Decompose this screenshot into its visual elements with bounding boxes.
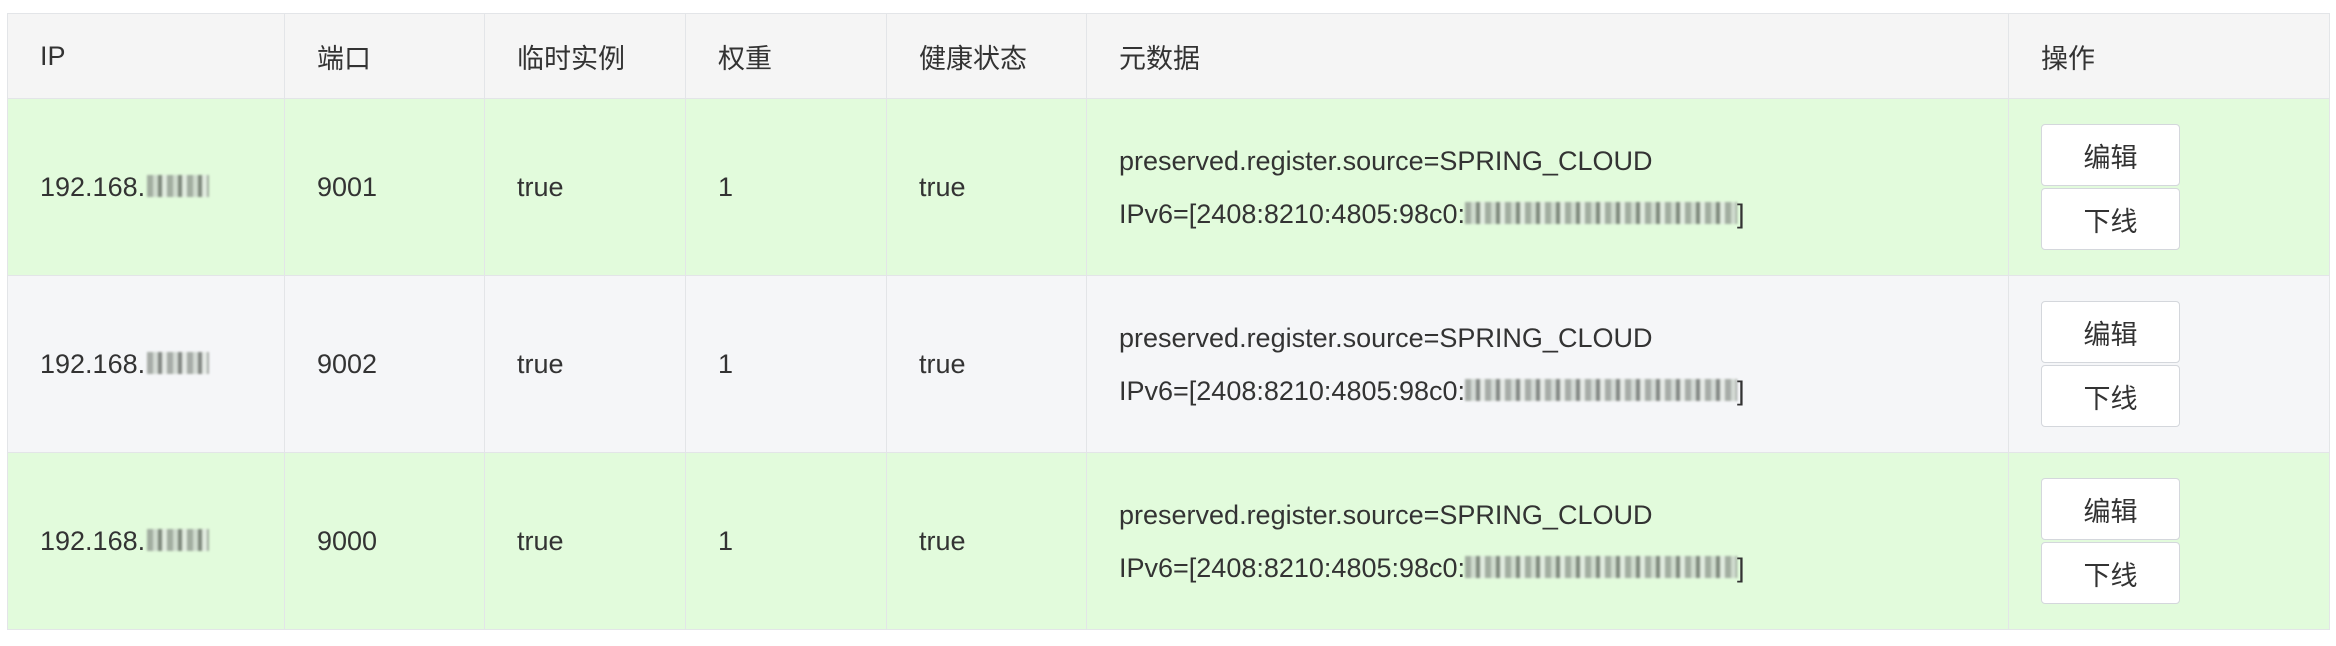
header-actions: 操作 bbox=[2008, 13, 2330, 99]
edit-button[interactable]: 编辑 bbox=[2041, 478, 2180, 540]
offline-button[interactable]: 下线 bbox=[2041, 542, 2180, 604]
ephemeral-cell: true bbox=[484, 452, 686, 630]
metadata-cell: preserved.register.source=SPRING_CLOUD I… bbox=[1086, 452, 2009, 630]
redacted-ip-suffix bbox=[147, 175, 210, 198]
port-cell: 9000 bbox=[284, 452, 485, 630]
port-cell: 9001 bbox=[284, 98, 485, 276]
redacted-ip-suffix bbox=[147, 529, 210, 552]
metadata-ipv6: IPv6=[2408:8210:4805:98c0:] bbox=[1119, 194, 2008, 234]
header-weight: 权重 bbox=[685, 13, 887, 99]
header-health: 健康状态 bbox=[886, 13, 1087, 99]
redacted-ipv6-suffix bbox=[1465, 202, 1738, 225]
ephemeral-cell: true bbox=[484, 98, 686, 276]
table-row: 192.168. 9000 true 1 true preserved.regi… bbox=[7, 452, 2330, 630]
table-row: 192.168. 9002 true 1 true preserved.regi… bbox=[7, 275, 2330, 453]
metadata-ipv6: IPv6=[2408:8210:4805:98c0:] bbox=[1119, 548, 2008, 588]
row-actions: 编辑 下线 bbox=[2041, 301, 2329, 427]
ip-text: 192.168. bbox=[40, 525, 146, 556]
offline-button[interactable]: 下线 bbox=[2041, 365, 2180, 427]
port-cell: 9002 bbox=[284, 275, 485, 453]
health-cell: true bbox=[886, 98, 1087, 276]
instance-table: IP 端口 临时实例 权重 健康状态 元数据 操作 192.168. 9001 … bbox=[7, 13, 2330, 630]
metadata-source: preserved.register.source=SPRING_CLOUD bbox=[1119, 499, 1653, 530]
weight-cell: 1 bbox=[685, 275, 887, 453]
ip-text: 192.168. bbox=[40, 171, 146, 202]
metadata-ipv6-prefix: IPv6=[2408:8210:4805:98c0: bbox=[1119, 375, 1466, 406]
actions-cell: 编辑 下线 bbox=[2008, 275, 2330, 453]
table-row: 192.168. 9001 true 1 true preserved.regi… bbox=[7, 98, 2330, 276]
redacted-ipv6-suffix bbox=[1465, 379, 1738, 402]
actions-cell: 编辑 下线 bbox=[2008, 452, 2330, 630]
ephemeral-cell: true bbox=[484, 275, 686, 453]
edit-button[interactable]: 编辑 bbox=[2041, 124, 2180, 186]
metadata-source: preserved.register.source=SPRING_CLOUD bbox=[1119, 145, 1653, 176]
offline-button[interactable]: 下线 bbox=[2041, 188, 2180, 250]
ip-cell: 192.168. bbox=[7, 275, 285, 453]
weight-cell: 1 bbox=[685, 452, 887, 630]
redacted-ip-suffix bbox=[147, 352, 210, 375]
metadata-ipv6: IPv6=[2408:8210:4805:98c0:] bbox=[1119, 371, 2008, 411]
edit-button[interactable]: 编辑 bbox=[2041, 301, 2180, 363]
header-port: 端口 bbox=[284, 13, 485, 99]
metadata-cell: preserved.register.source=SPRING_CLOUD I… bbox=[1086, 98, 2009, 276]
redacted-ipv6-suffix bbox=[1465, 556, 1738, 579]
metadata-ipv6-prefix: IPv6=[2408:8210:4805:98c0: bbox=[1119, 198, 1466, 229]
metadata-ipv6-prefix: IPv6=[2408:8210:4805:98c0: bbox=[1119, 552, 1466, 583]
row-actions: 编辑 下线 bbox=[2041, 124, 2329, 250]
table-header-row: IP 端口 临时实例 权重 健康状态 元数据 操作 bbox=[7, 13, 2330, 99]
metadata-ipv6-close: ] bbox=[1737, 375, 1745, 406]
instance-table-container: IP 端口 临时实例 权重 健康状态 元数据 操作 192.168. 9001 … bbox=[7, 13, 2330, 630]
health-cell: true bbox=[886, 452, 1087, 630]
header-ephemeral: 临时实例 bbox=[484, 13, 686, 99]
health-cell: true bbox=[886, 275, 1087, 453]
header-metadata: 元数据 bbox=[1086, 13, 2009, 99]
ip-cell: 192.168. bbox=[7, 452, 285, 630]
metadata-source: preserved.register.source=SPRING_CLOUD bbox=[1119, 322, 1653, 353]
ip-cell: 192.168. bbox=[7, 98, 285, 276]
header-ip: IP bbox=[7, 13, 285, 99]
row-actions: 编辑 下线 bbox=[2041, 478, 2329, 604]
metadata-cell: preserved.register.source=SPRING_CLOUD I… bbox=[1086, 275, 2009, 453]
actions-cell: 编辑 下线 bbox=[2008, 98, 2330, 276]
metadata-ipv6-close: ] bbox=[1737, 198, 1745, 229]
ip-text: 192.168. bbox=[40, 348, 146, 379]
metadata-ipv6-close: ] bbox=[1737, 552, 1745, 583]
weight-cell: 1 bbox=[685, 98, 887, 276]
